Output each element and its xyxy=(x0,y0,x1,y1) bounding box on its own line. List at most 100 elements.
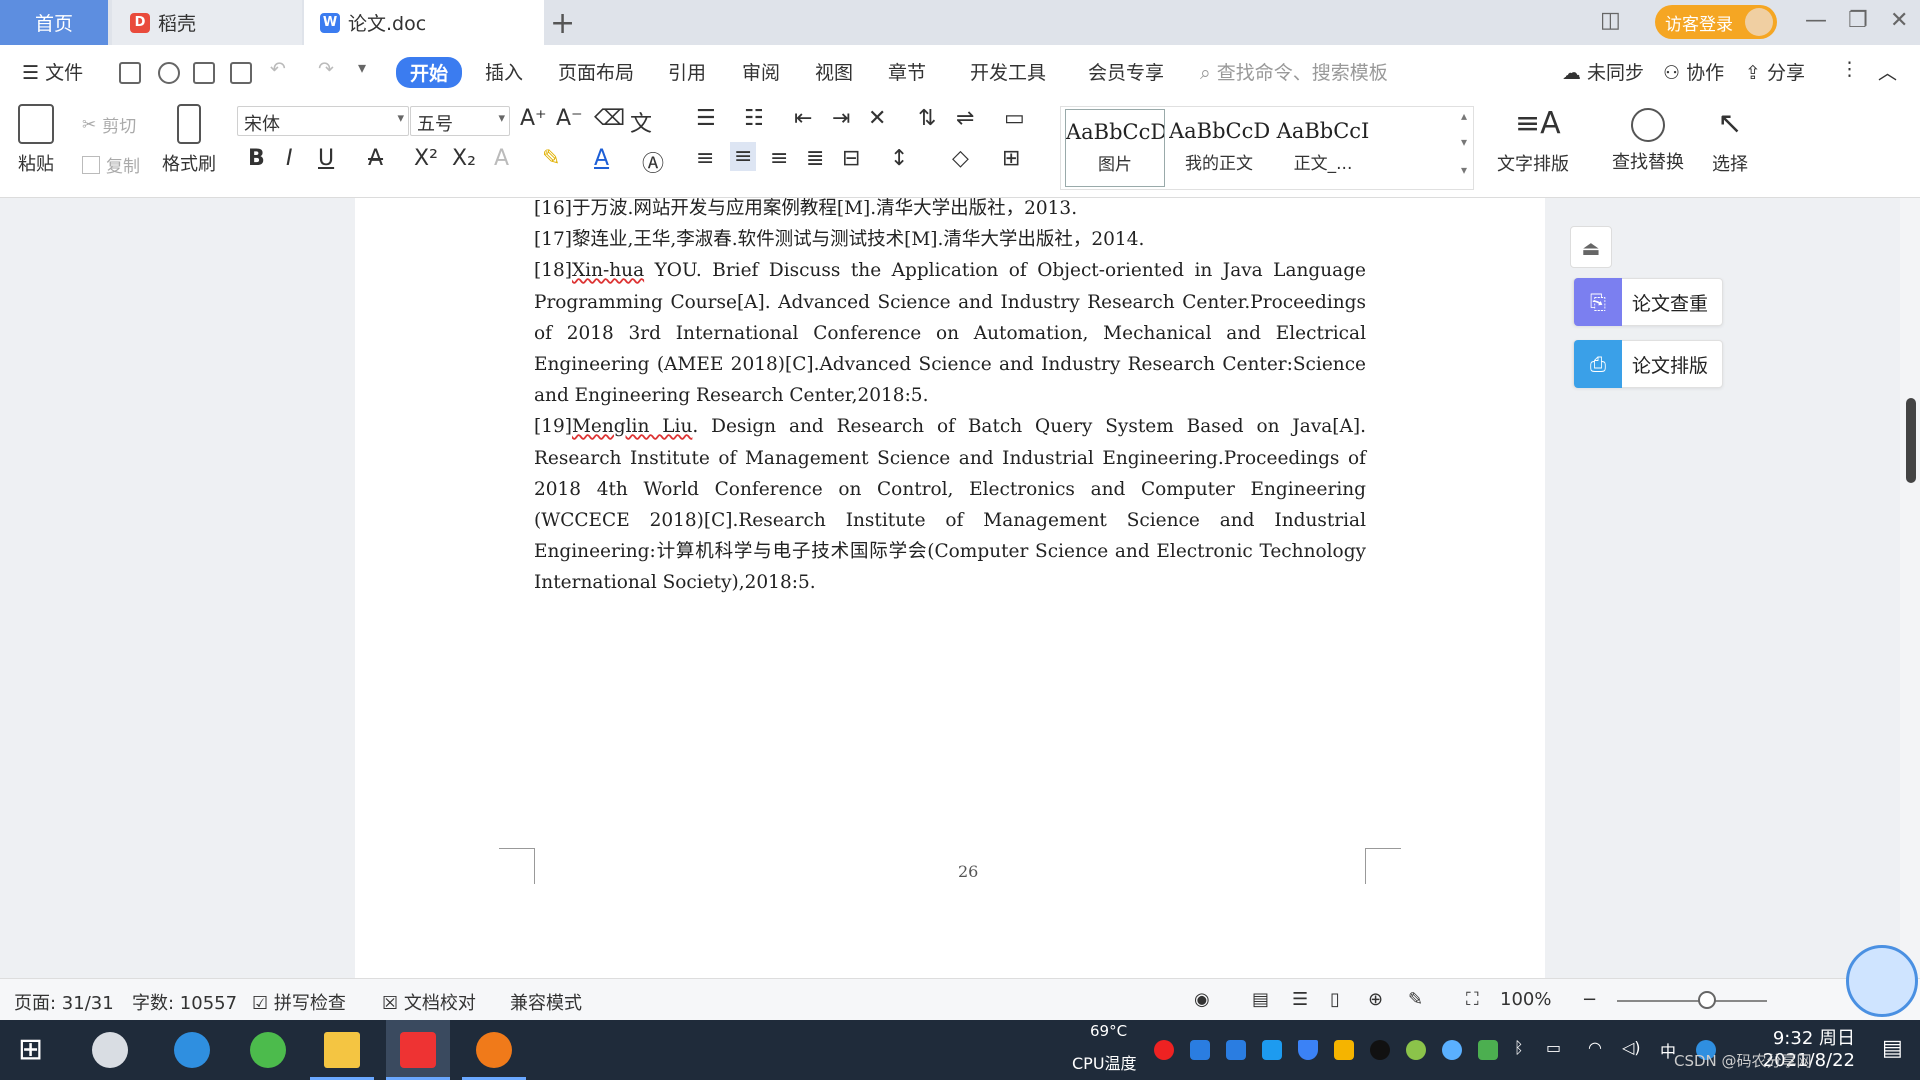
windows-start-icon[interactable]: ⊞ xyxy=(18,1032,54,1068)
spell-check-button[interactable]: ☑ 拼写检查 xyxy=(252,989,346,1015)
pinwheel-app-icon[interactable] xyxy=(92,1032,128,1068)
align-right-icon[interactable]: ≡ xyxy=(770,146,788,171)
tab-page-layout[interactable]: 页面布局 xyxy=(558,58,634,85)
guest-login-button[interactable]: 访客登录 xyxy=(1655,5,1777,39)
tab-insert[interactable]: 插入 xyxy=(485,58,523,85)
ruler-icon[interactable]: ▭ xyxy=(1004,106,1025,131)
sync-doc-icon[interactable] xyxy=(158,62,180,84)
collapse-ribbon-icon[interactable]: ︿ xyxy=(1878,58,1897,85)
grow-font-icon[interactable]: A⁺ xyxy=(520,106,547,131)
side-panel-collapse-icon[interactable]: ⏏ xyxy=(1570,226,1612,268)
undo-icon[interactable]: ↶ xyxy=(270,58,286,80)
tray-app-blue-icon[interactable] xyxy=(1190,1040,1210,1060)
font-size-select[interactable]: 五号 xyxy=(410,106,510,136)
zoom-slider-handle[interactable] xyxy=(1698,991,1716,1009)
qq-penguin-icon[interactable] xyxy=(1370,1040,1390,1060)
cut-button[interactable]: ✂ 剪切 xyxy=(82,112,136,138)
align-center-icon[interactable]: ≡ xyxy=(730,142,757,171)
reading-view-icon[interactable]: ▯ xyxy=(1330,989,1340,1010)
outline-view-icon[interactable]: ☰ xyxy=(1292,989,1308,1010)
text-effect-icon[interactable]: A xyxy=(494,146,509,171)
tab-start[interactable]: 开始 xyxy=(396,57,463,88)
shading-icon[interactable]: ◇ xyxy=(952,146,969,171)
paper-layout-button[interactable]: ⎙ 论文排版 xyxy=(1573,340,1723,388)
bluetooth-icon[interactable]: ᛒ xyxy=(1514,1038,1524,1057)
doc-proofread-button[interactable]: ☒ 文档校对 xyxy=(382,989,476,1015)
print-preview-icon[interactable] xyxy=(230,62,252,84)
numbered-list-icon[interactable]: ☷ xyxy=(744,106,764,131)
gallery-scroll-up-icon[interactable]: ▴ xyxy=(1461,109,1467,123)
highlight-icon[interactable]: ✎ xyxy=(542,146,560,171)
qq-icon[interactable] xyxy=(1334,1040,1354,1060)
vertical-scrollbar[interactable] xyxy=(1900,198,1920,978)
chinese-layout-icon[interactable]: ✕ xyxy=(868,106,886,131)
style-picture[interactable]: AaBbCcDd 图片 xyxy=(1065,109,1165,187)
collaborate-button[interactable]: ⚇ 协作 xyxy=(1663,58,1724,85)
layout-switch-icon[interactable]: ◫ xyxy=(1600,8,1621,33)
shrink-font-icon[interactable]: A⁻ xyxy=(556,106,583,131)
print-icon[interactable] xyxy=(193,62,215,84)
tab-daoke[interactable]: D 稻壳 xyxy=(112,0,302,45)
sync-status[interactable]: ☁ 未同步 xyxy=(1562,58,1644,85)
tab-chapter[interactable]: 章节 xyxy=(888,58,926,85)
tray-app-red-icon[interactable] xyxy=(1154,1040,1174,1060)
ie-browser-icon[interactable] xyxy=(174,1032,210,1068)
zoom-out-icon[interactable]: − xyxy=(1582,989,1597,1010)
eye-protection-icon[interactable]: ◉ xyxy=(1194,989,1210,1010)
minimize-icon[interactable]: — xyxy=(1805,8,1827,33)
tab-developer[interactable]: 开发工具 xyxy=(970,58,1046,85)
scrollbar-thumb[interactable] xyxy=(1906,398,1916,483)
paper-check-button[interactable]: ⎘ 论文查重 xyxy=(1573,278,1723,326)
notification-icon[interactable]: ▤ xyxy=(1882,1036,1903,1061)
web-view-icon[interactable]: ⊕ xyxy=(1368,989,1383,1010)
tab-document[interactable]: W 论文.doc xyxy=(304,0,544,45)
zoom-level-select[interactable]: 100% xyxy=(1500,989,1551,1010)
tab-member[interactable]: 会员专享 xyxy=(1088,58,1164,85)
find-replace-button[interactable]: 查找替换 xyxy=(1612,104,1684,174)
show-marks-icon[interactable]: ⇌ xyxy=(956,106,974,131)
screen-recorder-icon[interactable] xyxy=(476,1032,512,1068)
page-view-icon[interactable]: ▤ xyxy=(1252,989,1269,1010)
superscript-icon[interactable]: X² xyxy=(414,146,438,171)
zoom-slider-track[interactable] xyxy=(1617,1000,1767,1002)
customize-qat-icon[interactable]: ▾ xyxy=(358,58,366,77)
battery-icon[interactable]: ▭ xyxy=(1546,1038,1561,1057)
tray-plus-icon[interactable] xyxy=(1406,1040,1426,1060)
tab-references[interactable]: 引用 xyxy=(668,58,706,85)
word-count[interactable]: 字数: 10557 xyxy=(132,989,237,1015)
more-icon[interactable]: ⋮ xyxy=(1840,58,1859,80)
format-painter-button[interactable]: 格式刷 xyxy=(162,104,216,176)
style-my-body[interactable]: AaBbCcDd 我的正文 xyxy=(1169,109,1269,187)
italic-icon[interactable]: I xyxy=(286,146,293,171)
wifi-icon[interactable]: ◠ xyxy=(1588,1038,1602,1057)
wps-office-icon[interactable] xyxy=(400,1032,436,1068)
strikethrough-icon[interactable]: A xyxy=(368,146,383,171)
tray-app-circle-icon[interactable] xyxy=(1442,1040,1462,1060)
gallery-expand-icon[interactable]: ▾ xyxy=(1461,163,1467,177)
file-explorer-icon[interactable] xyxy=(324,1032,360,1068)
select-button[interactable]: ↖ 选择 xyxy=(1712,104,1748,176)
justify-icon[interactable]: ≣ xyxy=(806,146,824,171)
underline-icon[interactable]: U xyxy=(318,146,334,171)
restore-icon[interactable]: ❐ xyxy=(1848,8,1868,33)
tray-app-blue2-icon[interactable] xyxy=(1226,1040,1246,1060)
clear-format-icon[interactable]: ⌫ xyxy=(594,106,625,131)
share-button[interactable]: ⇪ 分享 xyxy=(1745,58,1805,85)
close-icon[interactable]: ✕ xyxy=(1890,8,1908,33)
fit-page-icon[interactable]: ⛶ xyxy=(1466,989,1479,1010)
decrease-indent-icon[interactable]: ⇤ xyxy=(794,106,812,131)
line-spacing-icon[interactable]: ↕ xyxy=(890,146,908,171)
sort-icon[interactable]: ⇅ xyxy=(918,106,936,131)
gallery-scroll-down-icon[interactable]: ▾ xyxy=(1461,135,1467,149)
save-icon[interactable] xyxy=(119,62,141,84)
360-browser-icon[interactable] xyxy=(250,1032,286,1068)
tab-review[interactable]: 审阅 xyxy=(742,58,780,85)
tray-app-cloud-icon[interactable] xyxy=(1262,1040,1282,1060)
page-indicator[interactable]: 页面: 31/31 xyxy=(14,989,114,1015)
nvidia-icon[interactable] xyxy=(1478,1040,1498,1060)
char-border-icon[interactable]: Ⓐ xyxy=(642,146,664,178)
borders-icon[interactable]: ⊞ xyxy=(1002,146,1020,171)
bold-icon[interactable]: B xyxy=(248,146,265,171)
font-name-select[interactable]: 宋体 xyxy=(237,106,409,136)
subscript-icon[interactable]: X₂ xyxy=(452,146,476,171)
